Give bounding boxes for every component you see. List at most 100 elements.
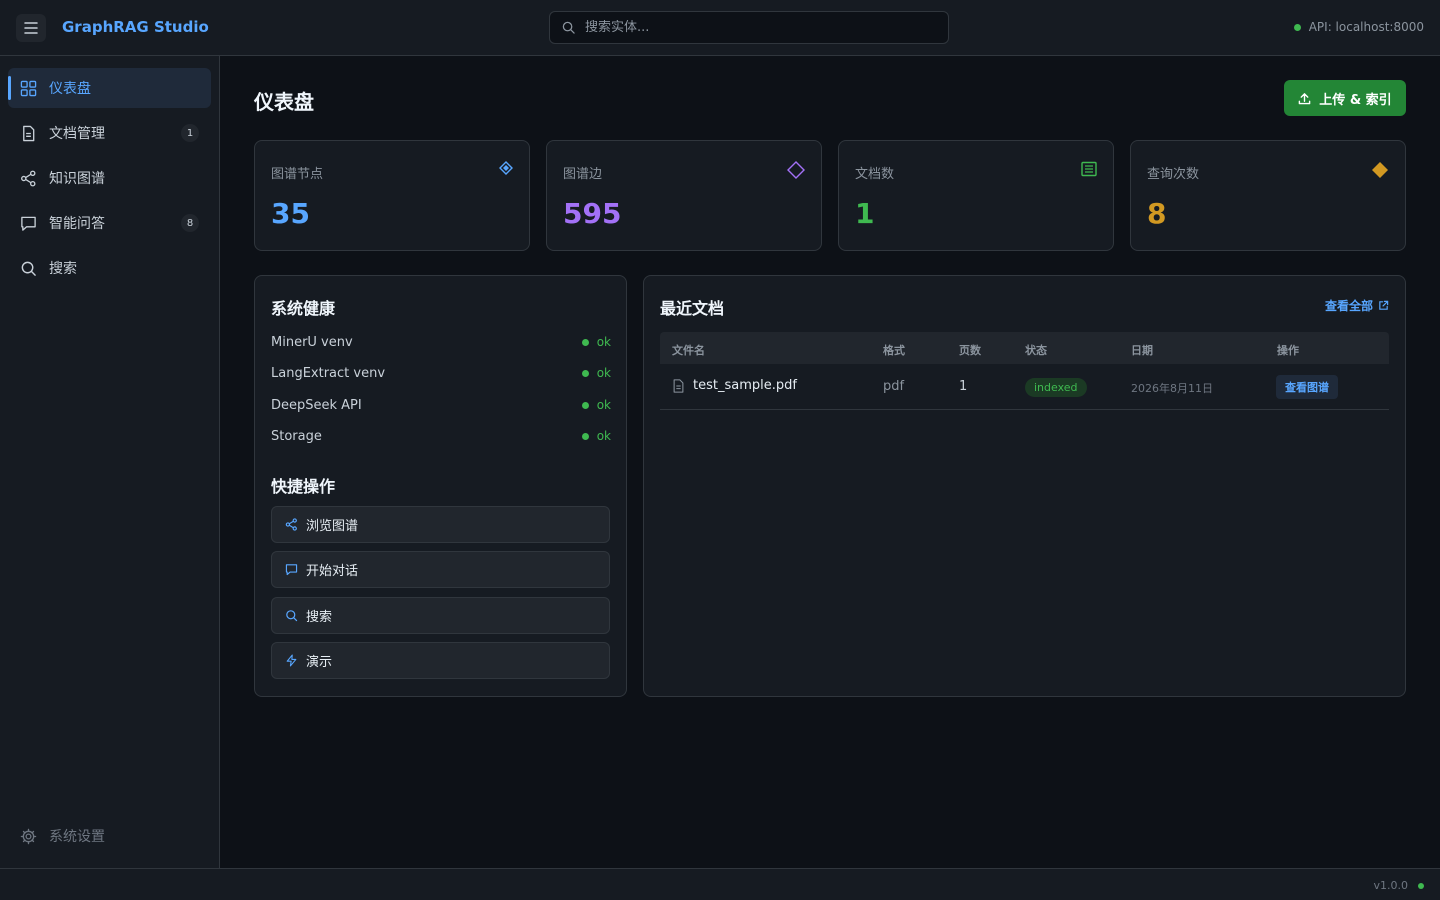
nav-badge: 8 — [181, 214, 199, 232]
status-dot — [581, 401, 589, 409]
stat-label: 查询次数 — [1147, 167, 1200, 182]
sidebar-item-settings[interactable]: 系统设置 — [20, 826, 105, 846]
stat-card-queries: 查询次数 8 — [1130, 140, 1406, 251]
hamburger-icon — [24, 22, 38, 34]
stat-value: 595 — [563, 197, 622, 230]
api-status-text: API: localhost:8000 — [1308, 20, 1424, 34]
sidebar-item-label: 文档管理 — [49, 126, 105, 142]
entity-search-input[interactable] — [585, 20, 925, 35]
quick-btn-label: 开始对话 — [306, 564, 359, 579]
stat-value: 8 — [1147, 197, 1167, 230]
file-icon — [673, 378, 684, 393]
column-header: 日期 — [1131, 344, 1153, 357]
quick-btn-label: 演示 — [306, 655, 333, 670]
health-row-mineru: MinerU venv ok — [271, 332, 611, 352]
column-header: 格式 — [883, 344, 905, 357]
version-text: v1.0.0 — [1373, 879, 1409, 892]
health-status: ok — [581, 398, 611, 412]
sidebar-item-search[interactable]: 搜索 — [8, 248, 211, 288]
sidebar: 仪表盘 文档管理 1 知识图谱 智能问答 8 搜索 系统设置 — [0, 56, 220, 868]
health-name: LangExtract venv — [271, 365, 386, 381]
health-name: DeepSeek API — [271, 397, 362, 413]
health-status: ok — [581, 366, 611, 380]
format-cell: pdf — [883, 379, 905, 394]
status-badge: indexed — [1025, 378, 1087, 397]
column-header: 文件名 — [672, 344, 705, 357]
health-name: MinerU venv — [271, 334, 353, 350]
stat-label: 文档数 — [855, 167, 895, 182]
footer-version: v1.0.0 — [1373, 879, 1424, 892]
stat-label: 图谱边 — [563, 167, 603, 182]
browse-graph-button[interactable]: 浏览图谱 — [271, 506, 610, 543]
column-header: 状态 — [1025, 344, 1047, 357]
nav-badge: 1 — [181, 124, 199, 142]
page-title: 仪表盘 — [254, 90, 314, 114]
system-panel: 系统健康 MinerU venv ok LangExtract venv ok … — [254, 275, 627, 697]
stat-card-edges: 图谱边 595 — [546, 140, 822, 251]
document-icon — [23, 125, 35, 141]
node-diamond-icon — [499, 161, 513, 175]
quick-btn-label: 搜索 — [306, 610, 333, 625]
filename-cell[interactable]: test_sample.pdf — [672, 378, 797, 393]
api-status: API: localhost:8000 — [1293, 20, 1424, 34]
view-graph-button[interactable]: 查看图谱 — [1276, 375, 1338, 399]
table-header: 文件名 格式 页数 状态 日期 操作 — [660, 332, 1389, 364]
settings-label: 系统设置 — [49, 829, 105, 845]
pages-cell: 1 — [959, 379, 968, 394]
date-cell: 2026年8月11日 — [1131, 382, 1213, 395]
stat-card-documents: 文档数 1 — [838, 140, 1114, 251]
quick-search-button[interactable]: 搜索 — [271, 597, 610, 634]
sidebar-item-documents[interactable]: 文档管理 1 — [8, 113, 211, 153]
sidebar-item-label: 搜索 — [49, 261, 77, 277]
stat-value: 35 — [271, 197, 310, 230]
dashboard-icon — [20, 80, 37, 96]
stat-label: 图谱节点 — [271, 167, 324, 182]
sidebar-item-label: 智能问答 — [49, 216, 105, 232]
health-row-storage: Storage ok — [271, 426, 611, 446]
column-header: 操作 — [1277, 344, 1299, 357]
search-icon — [21, 261, 36, 276]
sidebar-item-dashboard[interactable]: 仪表盘 — [8, 68, 211, 108]
status-dot — [581, 369, 589, 377]
recent-documents-title: 最近文档 — [660, 299, 725, 318]
stat-card-nodes: 图谱节点 35 — [254, 140, 530, 251]
entity-search-box[interactable] — [549, 11, 949, 44]
sidebar-item-label: 知识图谱 — [49, 171, 105, 187]
footer: v1.0.0 — [0, 868, 1440, 900]
stat-value: 1 — [855, 197, 875, 230]
upload-label: 上传 & 索引 — [1319, 92, 1392, 108]
edge-diamond-icon — [787, 161, 805, 179]
footer-status-dot — [1418, 882, 1424, 889]
health-status-text: ok — [596, 398, 611, 412]
view-all-label: 查看全部 — [1324, 299, 1373, 313]
health-status: ok — [581, 429, 611, 443]
share-graph-icon — [285, 518, 297, 531]
health-status-text: ok — [596, 335, 611, 349]
chat-icon — [285, 564, 298, 576]
demo-button[interactable]: 演示 — [271, 642, 610, 679]
health-row-deepseek: DeepSeek API ok — [271, 395, 611, 415]
upload-icon — [1298, 92, 1311, 104]
table-row: test_sample.pdf pdf 1 indexed 2026年8月11日… — [660, 364, 1389, 410]
health-status-text: ok — [596, 429, 611, 443]
recent-documents-panel: 最近文档 查看全部 文件名 格式 页数 状态 日期 操作 test_sample… — [643, 275, 1406, 697]
quick-actions-title: 快捷操作 — [271, 477, 336, 496]
menu-toggle-button[interactable] — [16, 14, 46, 42]
sidebar-item-qa[interactable]: 智能问答 8 — [8, 203, 211, 243]
health-title: 系统健康 — [271, 299, 336, 318]
upload-index-button[interactable]: 上传 & 索引 — [1284, 80, 1406, 116]
sidebar-item-label: 仪表盘 — [49, 81, 91, 97]
search-icon — [286, 610, 298, 622]
query-diamond-icon — [1372, 162, 1388, 178]
search-icon — [562, 21, 575, 34]
health-name: Storage — [271, 428, 322, 444]
app-title: GraphRAG Studio — [62, 18, 209, 36]
view-all-link[interactable]: 查看全部 — [1325, 297, 1389, 314]
sidebar-item-knowledge-graph[interactable]: 知识图谱 — [8, 158, 211, 198]
start-chat-button[interactable]: 开始对话 — [271, 551, 610, 588]
status-dot — [581, 338, 589, 346]
share-graph-icon — [21, 170, 36, 186]
gear-icon — [20, 828, 37, 844]
column-header: 页数 — [959, 344, 981, 357]
document-list-icon — [1081, 161, 1097, 177]
